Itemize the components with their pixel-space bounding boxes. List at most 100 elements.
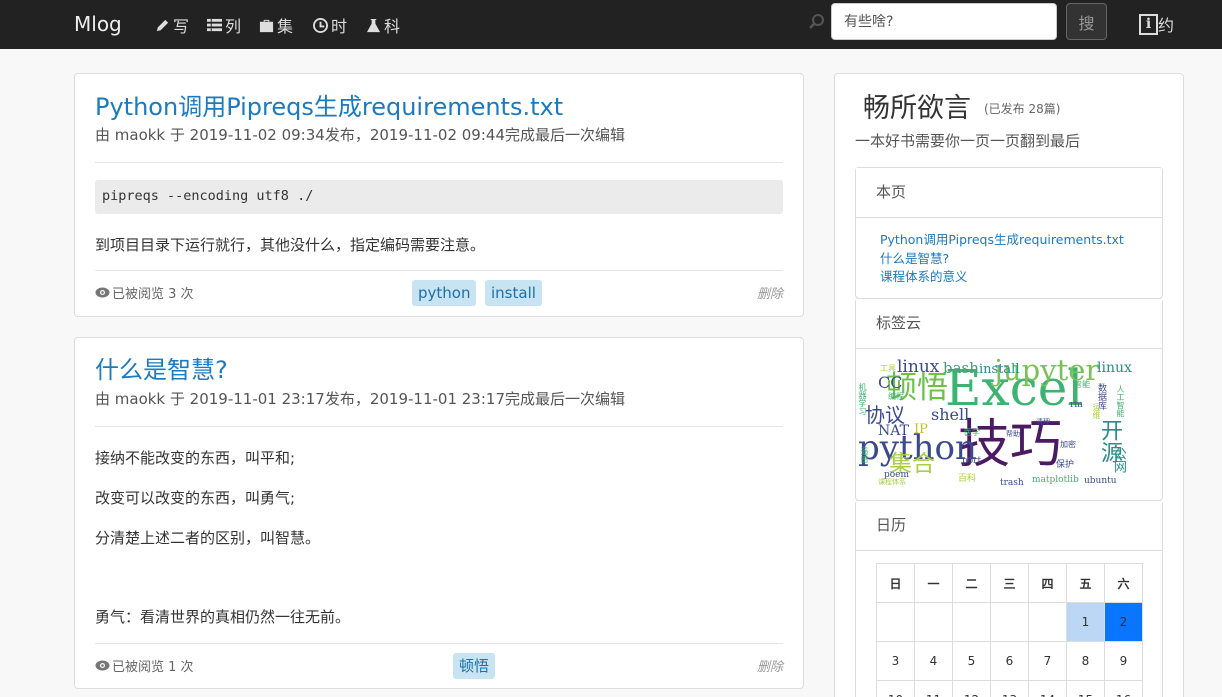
cloud-tag[interactable]: shell [931,407,969,423]
post-card: 什么是智慧? 由 maokk 于 2019-11-01 23:17发布，2019… [74,337,804,689]
cloud-tag[interactable]: linux [1097,361,1132,375]
search-button[interactable]: 搜 [1066,3,1107,40]
calendar-panel: 日历 日 一 二 三 四 五 六 1 2 3 4 5 6 7 8 9 [855,500,1163,697]
post-card: Python调用Pipreqs生成requirements.txt 由 maok… [74,73,804,317]
cloud-tag[interactable]: 运维 [1092,403,1101,419]
tag-cloud-panel: 标签云 Excel 技巧 python 顿悟 jupyter 集合 开源 协议 … [855,298,1163,501]
page-link[interactable]: 课程体系的意义 [856,268,1162,287]
cloud-tag[interactable]: 工具 [880,365,896,373]
cloud-tag[interactable]: install [979,363,1020,376]
calendar-day[interactable]: 13 [990,680,1029,697]
cloud-tag[interactable]: 编程 [888,393,904,401]
cloud-tag[interactable]: matplotlib [1032,476,1079,485]
calendar-day[interactable]: 15 [1066,680,1105,697]
nav-label: 科 [384,17,401,36]
post-meta: 由 maokk 于 2019-11-02 09:34发布，2019-11-02 … [95,126,625,144]
view-count-text: 已被阅览 3 次 [112,287,194,302]
page-link[interactable]: 什么是智慧? [856,250,1162,269]
calendar-day[interactable]: 3 [876,641,915,681]
cloud-tag[interactable]: 人工智能 [1116,385,1125,417]
calendar-heading: 日历 [856,501,1162,551]
tag-cloud: Excel 技巧 python 顿悟 jupyter 集合 开源 协议 shel… [856,349,1162,499]
list-icon [207,18,222,31]
nav-label: 列 [225,17,242,36]
flask-icon [366,18,381,32]
calendar-day[interactable]: 4 [914,641,953,681]
calendar-weekday: 二 [952,563,991,603]
cloud-tag[interactable]: IP [914,423,928,436]
calendar-day [876,602,915,642]
calendar-week-row: 3 4 5 6 7 8 9 [876,641,1143,681]
calendar-day [990,602,1029,642]
cloud-tag[interactable]: 遥感 [860,447,869,463]
post-paragraph: 分清楚上述二者的区别，叫智慧。 [95,529,321,547]
cloud-tag[interactable]: 智能 [1074,381,1090,389]
cloud-tag[interactable]: rm [1070,401,1083,410]
divider [95,162,783,163]
calendar-day[interactable]: 9 [1104,641,1143,681]
calendar-day-with-post[interactable]: 1 [1066,602,1105,642]
page-toc-panel: 本页 Python调用Pipreqs生成requirements.txt 什么是… [855,167,1163,299]
page-toc-heading: 本页 [856,168,1162,218]
divider [95,426,783,427]
delete-link[interactable]: 删除 [757,656,783,675]
view-count: 已被阅览 1 次 [95,656,194,675]
nav-item-about[interactable]: i 约 [1139,12,1174,36]
calendar-day[interactable]: 5 [952,641,991,681]
sidebar-subtitle: 一本好书需要你一页一页翻到最后 [855,132,1081,150]
cloud-tag[interactable]: linux [897,359,939,376]
calendar-day[interactable]: 14 [1028,680,1067,697]
cloud-tag[interactable]: trash [1000,479,1024,488]
post-paragraph: 接纳不能改变的东西，叫平和; [95,449,296,467]
calendar-day[interactable]: 12 [952,680,991,697]
calendar-day[interactable]: 11 [914,680,953,697]
sidebar-title: 畅所欲言 [863,93,971,124]
cloud-tag[interactable]: 清理 [1036,419,1050,426]
view-count-text: 已被阅览 1 次 [112,660,194,675]
calendar-day[interactable]: 16 [1104,680,1143,697]
delete-link[interactable]: 删除 [757,283,783,302]
cloud-tag[interactable]: ubuntu [1084,477,1117,486]
cloud-tag[interactable]: 帮助 [1006,431,1020,438]
cloud-tag[interactable]: NAT [878,424,909,438]
nav-item-write[interactable]: 写 [155,13,189,37]
cloud-tag[interactable]: 医学 [964,429,980,437]
cloud-tag[interactable]: 保护 [1056,461,1074,470]
divider [95,643,783,644]
cloud-tag[interactable]: CC [878,375,902,391]
calendar-weekday: 日 [876,563,915,603]
cloud-tag[interactable]: 百科 [958,475,976,484]
nav-item-science[interactable]: 科 [366,13,400,37]
cloud-tag[interactable]: 公网 [1111,447,1126,473]
tag-python[interactable]: python [412,280,477,306]
brand-logo[interactable]: Mlog [74,12,122,36]
search-icon [809,14,824,29]
cloud-tag[interactable]: 机器学习 [858,383,867,415]
post-count: (已发布 28篇) [984,102,1061,116]
post-title[interactable]: Python调用Pipreqs生成requirements.txt [95,87,563,122]
clock-icon [313,17,328,33]
cloud-tag[interactable]: 协议 [865,405,905,425]
cloud-tag[interactable]: 加密 [1060,441,1076,449]
calendar-table: 日 一 二 三 四 五 六 1 2 3 4 5 6 7 8 9 [876,563,1143,697]
post-meta: 由 maokk 于 2019-11-01 23:17发布，2019-11-01 … [95,390,625,408]
cloud-tag[interactable]: port [962,457,981,466]
calendar-day[interactable]: 10 [876,680,915,697]
cloud-tag[interactable]: 课程体系 [878,479,906,486]
nav-item-time[interactable]: 时 [313,13,347,37]
cloud-tag[interactable]: bash [943,361,979,376]
calendar-day[interactable]: 8 [1066,641,1105,681]
calendar-day[interactable]: 6 [990,641,1029,681]
tag-install[interactable]: install [485,280,542,306]
nav-item-collection[interactable]: 集 [259,13,293,37]
tag-dunwu[interactable]: 顿悟 [453,653,496,679]
calendar-day[interactable]: 7 [1028,641,1067,681]
calendar-header-row: 日 一 二 三 四 五 六 [876,563,1143,603]
calendar-weekday: 三 [990,563,1029,603]
page-link[interactable]: Python调用Pipreqs生成requirements.txt [856,231,1162,250]
calendar-weekday: 五 [1066,563,1105,603]
post-title[interactable]: 什么是智慧? [95,350,228,385]
calendar-day-today[interactable]: 2 [1104,602,1143,642]
search-input[interactable] [831,3,1057,40]
nav-item-list[interactable]: 列 [207,13,241,37]
